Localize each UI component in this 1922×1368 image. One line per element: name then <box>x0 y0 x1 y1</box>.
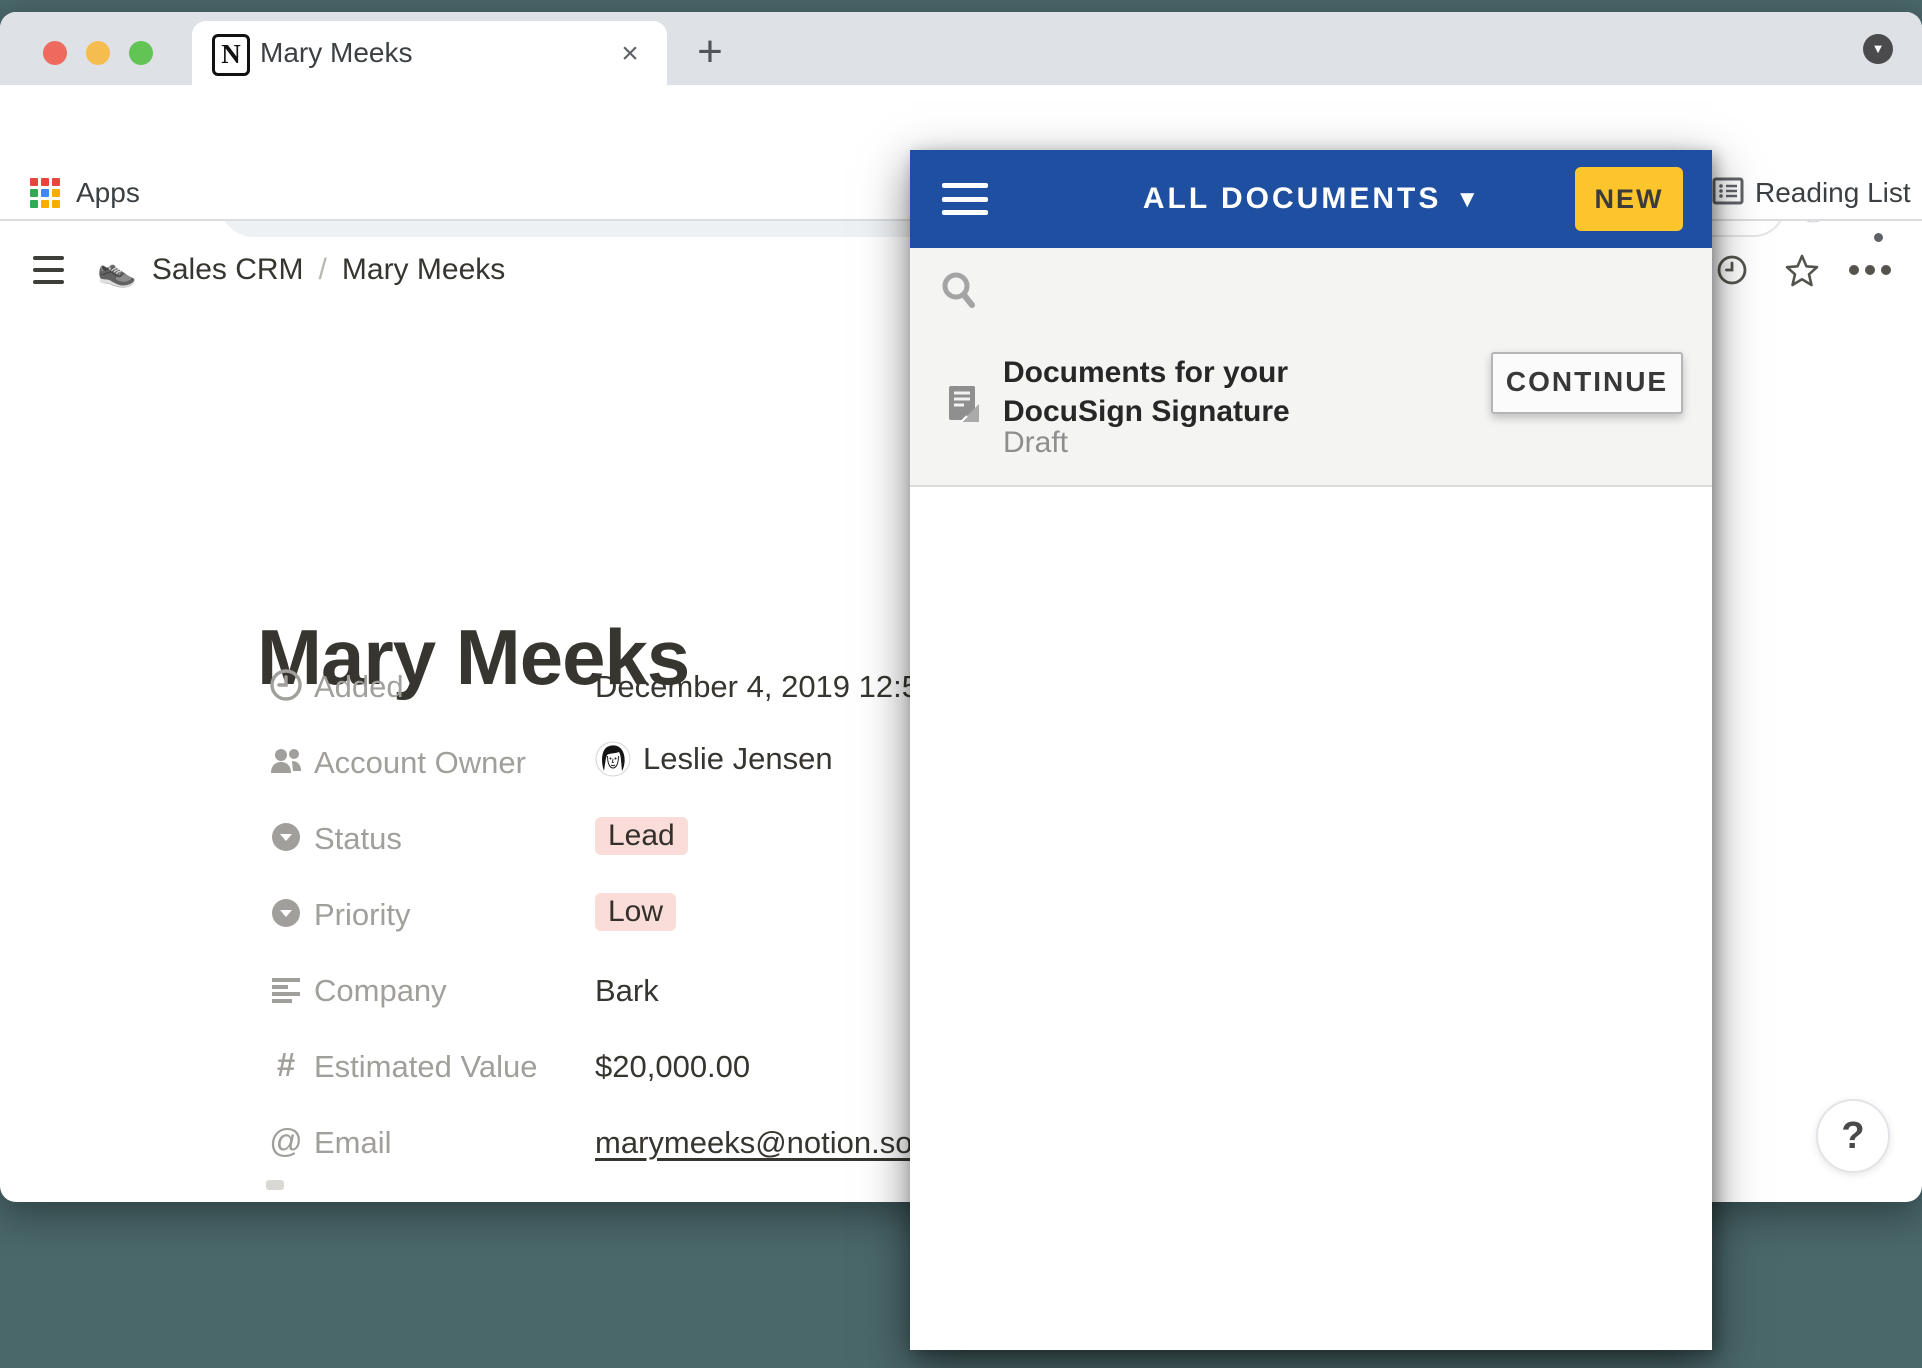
popup-header: ALL DOCUMENTS▼ NEW <box>910 150 1712 248</box>
tab-close-icon[interactable]: × <box>610 35 650 75</box>
property-row-company[interactable]: Company Bark <box>0 969 912 1013</box>
reading-list-bookmark[interactable]: Reading List <box>1755 176 1911 210</box>
close-window-button[interactable] <box>43 41 67 65</box>
property-row-estimated-value[interactable]: # Estimated Value $20,000.00 <box>0 1045 912 1089</box>
docusign-extension-popup: ALL DOCUMENTS▼ NEW Documents for your Do… <box>910 150 1712 1350</box>
property-row-priority[interactable]: Priority Low <box>0 893 912 937</box>
reading-list-icon[interactable] <box>1711 174 1745 208</box>
email-at-icon: @ <box>268 1121 304 1161</box>
property-row-status[interactable]: Status Lead <box>0 817 912 861</box>
minimize-window-button[interactable] <box>86 41 110 65</box>
chevron-down-icon: ▼ <box>1455 151 1479 249</box>
continue-button[interactable]: CONTINUE <box>1491 352 1683 414</box>
new-tab-button[interactable]: + <box>687 30 733 76</box>
property-value[interactable]: December 4, 2019 12:52 <box>595 669 936 705</box>
breadcrumb: 👟 Sales CRM / Mary Meeks <box>33 250 505 290</box>
tab-strip: N Mary Meeks × + ▼ <box>0 12 1922 85</box>
people-icon <box>268 743 304 779</box>
property-row-account-owner[interactable]: Account Owner Leslie Jensen <box>0 741 912 785</box>
page-more-icon[interactable] <box>1846 262 1894 278</box>
property-value[interactable]: Low <box>595 893 676 931</box>
document-title[interactable]: Documents for your DocuSign Signature <box>1003 353 1433 431</box>
page-shoe-icon: 👟 <box>97 252 137 288</box>
text-lines-icon <box>268 971 304 1007</box>
status-badge: Lead <box>595 817 688 855</box>
property-row-added[interactable]: Added December 4, 2019 12:52 <box>0 665 912 709</box>
breadcrumb-workspace[interactable]: Sales CRM <box>152 253 304 287</box>
leslie-avatar <box>595 741 631 777</box>
breadcrumb-page[interactable]: Mary Meeks <box>342 253 505 287</box>
clock-icon <box>268 667 304 703</box>
select-icon <box>268 819 304 855</box>
notion-sidebar-menu-icon[interactable] <box>33 256 64 284</box>
next-property-partial <box>266 1180 284 1190</box>
priority-badge: Low <box>595 893 676 931</box>
property-row-email[interactable]: @ Email marymeeks@notion.so <box>0 1121 912 1165</box>
zoom-window-button[interactable] <box>129 41 153 65</box>
page-history-clock-icon[interactable] <box>1716 254 1748 286</box>
number-icon: # <box>268 1045 304 1085</box>
property-value[interactable]: Lead <box>595 817 688 855</box>
tab-search-chevron-icon[interactable]: ▼ <box>1863 34 1893 64</box>
select-icon <box>268 895 304 931</box>
notion-favicon-icon: N <box>212 34 250 76</box>
apps-grid-icon[interactable] <box>30 178 62 210</box>
new-document-button[interactable]: NEW <box>1575 167 1683 231</box>
browser-tab[interactable]: N Mary Meeks × <box>192 21 667 85</box>
breadcrumb-separator: / <box>319 253 327 287</box>
tab-title: Mary Meeks <box>260 21 412 85</box>
help-button[interactable]: ? <box>1816 1099 1890 1173</box>
property-value[interactable]: Leslie Jensen <box>595 741 833 777</box>
search-icon[interactable] <box>939 270 979 310</box>
apps-bookmark[interactable]: Apps <box>76 176 140 210</box>
property-value[interactable]: $20,000.00 <box>595 1049 750 1085</box>
document-status: Draft <box>1003 426 1068 460</box>
page-favorite-star-icon[interactable] <box>1783 252 1821 290</box>
property-value[interactable]: Bark <box>595 973 659 1009</box>
email-link[interactable]: marymeeks@notion.so <box>595 1125 912 1161</box>
draft-document-icon <box>947 384 981 424</box>
